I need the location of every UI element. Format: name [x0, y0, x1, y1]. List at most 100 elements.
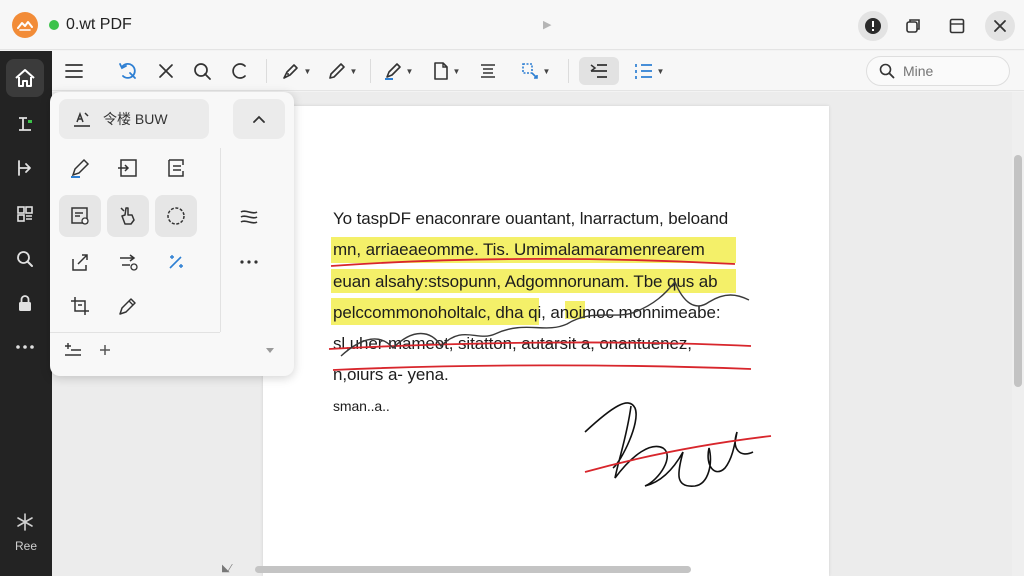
panel-header-button[interactable]: 令楼 BUW: [59, 99, 209, 139]
toolbar-separator: [266, 59, 267, 83]
close-button[interactable]: [985, 11, 1015, 41]
layers-tool[interactable]: [228, 195, 270, 237]
pencil-icon: [328, 63, 345, 79]
text-box-gear-icon: [71, 207, 89, 225]
add-tool-button[interactable]: [90, 333, 120, 367]
select-tool-button[interactable]: [114, 57, 142, 85]
horizontal-scrollbar-thumb[interactable]: [255, 566, 691, 573]
vertical-scrollbar-thumb[interactable]: [1014, 155, 1022, 387]
app-logo-icon: [12, 12, 38, 38]
export-share-tool[interactable]: [59, 241, 101, 283]
search-input[interactable]: [903, 63, 1003, 79]
red-underline-ink: [330, 258, 736, 267]
info-icon: [865, 18, 881, 34]
crop-icon: [71, 297, 89, 315]
lasso-tool[interactable]: [155, 195, 197, 237]
pen-draw-icon: [119, 298, 136, 315]
rail-search-button[interactable]: [6, 240, 44, 278]
plus-icon: [100, 345, 110, 355]
search-icon: [17, 251, 33, 267]
add-indent-icon: [65, 343, 81, 356]
numbered-list-icon: [634, 64, 652, 79]
restore-button[interactable]: [898, 11, 928, 41]
export-icon: [18, 160, 31, 176]
title-bar: 0.wt PDF ▶: [0, 0, 1024, 50]
scroll-marker-icon: ◣⁄: [222, 563, 232, 574]
list-tool-dropdown[interactable]: ▼: [628, 57, 670, 85]
toolbar-separator: [370, 59, 371, 83]
highlighter-tool-dropdown[interactable]: ▼: [378, 57, 418, 85]
cancel-tool-button[interactable]: [152, 57, 180, 85]
insert-box-tool[interactable]: [107, 147, 149, 189]
hand-pointer-icon: [120, 207, 135, 225]
pencil-tool-dropdown[interactable]: ▼: [322, 57, 362, 85]
maximize-button[interactable]: [942, 11, 972, 41]
sign-tool-icon: [74, 111, 90, 127]
customize-toolbar-button[interactable]: [54, 333, 92, 367]
align-lines-icon: [481, 64, 495, 78]
pen-tool-dropdown[interactable]: ▼: [276, 57, 316, 85]
layers-waves-icon: [240, 210, 258, 224]
rail-more-button[interactable]: [6, 328, 44, 366]
frame-tool[interactable]: [155, 147, 197, 189]
rail-pages-button[interactable]: [6, 195, 44, 233]
magic-tool[interactable]: [155, 241, 197, 283]
lock-icon: [19, 295, 31, 311]
chevron-down-icon: ▼: [303, 66, 312, 76]
pointer-tool[interactable]: [107, 195, 149, 237]
draw-tool[interactable]: [107, 285, 149, 327]
document-page-icon: [433, 62, 448, 80]
signature-ink: [584, 402, 754, 487]
rail-edit-button[interactable]: [6, 105, 44, 143]
red-strikethrough-ink: [332, 364, 752, 371]
toolbar-separator: [568, 59, 569, 83]
text-box-tool[interactable]: [59, 195, 101, 237]
frame-icon: [168, 159, 184, 177]
align-text-button[interactable]: [474, 57, 502, 85]
window-title: 0.wt PDF: [66, 16, 132, 33]
pdf-page[interactable]: Yo taspDF enaconrare ouantant, lnarractu…: [263, 106, 829, 576]
share-up-icon: [72, 254, 88, 271]
left-rail: Ree: [0, 51, 52, 576]
indent-tool-button[interactable]: [579, 57, 619, 85]
swap-arrows-icon: [120, 254, 138, 271]
highlighter-icon: [384, 63, 401, 80]
zoom-button[interactable]: [188, 57, 216, 85]
indent-lines-icon: [590, 64, 607, 78]
search-icon: [879, 63, 895, 79]
undo-button[interactable]: [226, 57, 254, 85]
close-icon: [994, 20, 1006, 32]
home-icon: [15, 69, 35, 87]
chevron-down-icon: ▼: [656, 66, 665, 76]
edit-pen-tool[interactable]: [59, 147, 101, 189]
panel-collapse-button[interactable]: [233, 99, 285, 139]
lasso-circle-icon: [167, 207, 185, 225]
crop-tool-dropdown[interactable]: ▼: [514, 57, 556, 85]
text-edit-icon: [19, 117, 32, 131]
rail-export-button[interactable]: [6, 149, 44, 187]
page-tool-dropdown[interactable]: ▼: [426, 57, 466, 85]
swap-tool[interactable]: [107, 241, 149, 283]
crop-select-icon: [521, 63, 538, 79]
more-tools-button[interactable]: [228, 241, 270, 283]
caret-down-icon: [266, 348, 274, 353]
rotate-select-icon: [119, 63, 136, 79]
ink-annotations: [328, 258, 772, 487]
pages-grid-icon: [17, 206, 33, 222]
chevron-down-icon: ▼: [349, 66, 358, 76]
panel-header-label: 令楼 BUW: [103, 111, 168, 127]
play-arrow-icon[interactable]: ▶: [543, 18, 551, 31]
rail-bottom-label: Ree: [14, 539, 37, 553]
crop-page-tool[interactable]: [59, 285, 101, 327]
info-button[interactable]: [858, 11, 888, 41]
panel-expand-button[interactable]: [254, 337, 286, 365]
rail-tools-button[interactable]: [6, 503, 44, 541]
rail-protect-button[interactable]: [6, 284, 44, 322]
rail-home-button[interactable]: [6, 59, 44, 97]
close-x-icon: [159, 64, 173, 78]
search-box[interactable]: [866, 56, 1010, 86]
more-dots-icon: [16, 345, 34, 349]
menu-button[interactable]: [60, 57, 88, 85]
restore-icon: [906, 19, 920, 33]
hamburger-menu-icon: [65, 64, 83, 78]
